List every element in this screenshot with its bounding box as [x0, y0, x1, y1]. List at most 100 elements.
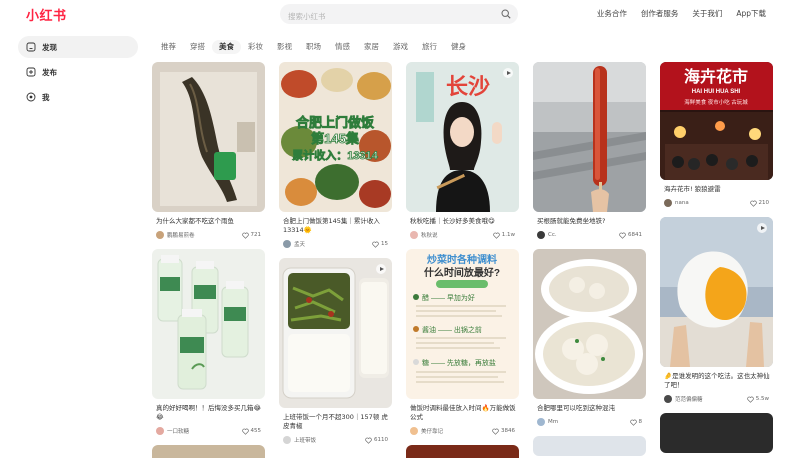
note-card[interactable]: 买根肠就能免费坐地铁? Cc. 6841 [533, 62, 646, 240]
like-button[interactable]: 5.5w [747, 396, 769, 403]
note-author[interactable]: 一口软糖 [156, 427, 189, 435]
note-card[interactable]: 真的好好喝啊！！后悔没多买几箱😂😂 一口软糖 455 [152, 249, 265, 436]
note-author[interactable]: 孟天 [283, 240, 305, 248]
sidebar-item-label: 发布 [42, 67, 57, 77]
sidebar-item-label: 发现 [42, 42, 57, 52]
heart-icon [749, 200, 757, 207]
like-button[interactable]: 15 [372, 241, 388, 248]
note-title[interactable]: 真的好好喝啊！！后悔没多买几箱😂😂 [156, 404, 263, 422]
heart-icon [365, 437, 372, 444]
note-title[interactable]: 秋秋吃播｜长沙好多美食哦😋 [410, 217, 517, 226]
author-name: 一口软糖 [167, 429, 190, 435]
cover-tip-2: 酱油 —— 出锅之前 [422, 325, 482, 334]
user-icon [26, 92, 36, 102]
note-card[interactable]: 海卉花市 HAI HUI HUA SHI 海鲜美食 夜市小吃 古玩城 海卉花市!… [660, 62, 773, 208]
cover-title: 长沙 [446, 74, 490, 99]
like-count: 721 [250, 232, 262, 238]
sidebar-item-me[interactable]: 我 [18, 86, 138, 108]
note-card[interactable] [152, 445, 265, 458]
note-cover-image[interactable] [660, 217, 773, 367]
note-title[interactable]: 上班带饭一个月不超300｜157顿 虎皮青椒 [283, 413, 390, 431]
note-title[interactable]: 合肥上门做饭第145集｜累计收入13314🌞 [283, 217, 390, 235]
like-count: 8 [638, 419, 643, 425]
like-button[interactable]: 455 [241, 428, 261, 435]
brand-logo[interactable]: 小红书 [26, 5, 67, 24]
note-cover-image[interactable] [533, 249, 646, 399]
note-cover-image[interactable]: 炒菜时各种调料 什么时间放最好? 醋 —— 早加为好 酱油 —— 出锅之前 糖 … [406, 249, 519, 399]
tab-fitness[interactable]: 健身 [444, 40, 473, 54]
note-title[interactable]: 海卉花市! 狼狼避雷 [664, 185, 771, 194]
note-author[interactable]: 鹏鹏易煎卷 [156, 231, 195, 239]
avatar [410, 231, 418, 239]
note-card[interactable] [406, 445, 519, 458]
cover-sign-title: 海卉花市 [684, 67, 748, 86]
note-card[interactable]: 炒菜时各种调料 什么时间放最好? 醋 —— 早加为好 酱油 —— 出锅之前 糖 … [406, 249, 519, 436]
like-button[interactable]: 210 [749, 200, 769, 207]
tab-makeup[interactable]: 彩妆 [241, 40, 270, 54]
note-cover-image[interactable]: 合肥上门做饭 第145集 累计收入：13314 [279, 62, 392, 212]
note-cover-image[interactable] [406, 445, 519, 458]
like-count: 6841 [628, 232, 642, 238]
note-cover-image[interactable] [533, 436, 646, 456]
tab-career[interactable]: 职场 [299, 40, 328, 54]
top-nav: 业务合作 创作者服务 关于我们 App下载 [597, 8, 766, 19]
note-title[interactable]: 🤌是谁发明的这个吃法。这也太神仙了吧！ [664, 372, 771, 390]
note-card[interactable]: 合肥哪里可以吃到这种混沌 Mm 8 [533, 249, 646, 427]
note-card[interactable]: 为什么大家都不吃这个雨鱼 鹏鹏易煎卷 721 [152, 62, 265, 240]
tab-fashion[interactable]: 穿搭 [183, 40, 212, 54]
avatar [156, 231, 164, 239]
tab-games[interactable]: 游戏 [386, 40, 415, 54]
tab-home[interactable]: 家居 [357, 40, 386, 54]
note-author[interactable]: nana [664, 199, 689, 207]
like-button[interactable]: 3846 [492, 428, 515, 435]
note-card[interactable]: 🤌是谁发明的这个吃法。这也太神仙了吧！ 范范偏偏糖 5.5w [660, 217, 773, 404]
note-cover-image[interactable] [152, 249, 265, 399]
note-card[interactable] [533, 436, 646, 456]
note-card[interactable]: 合肥上门做饭 第145集 累计收入：13314 合肥上门做饭第145集｜累计收入… [279, 62, 392, 249]
note-cover-image[interactable] [660, 413, 773, 453]
heart-icon [492, 428, 499, 435]
note-cover-image[interactable] [152, 62, 265, 212]
note-author[interactable]: 上班带饭 [283, 436, 316, 444]
search-input[interactable] [280, 6, 480, 27]
note-author[interactable]: 秋秋说 [410, 231, 438, 239]
tab-recommend[interactable]: 推荐 [154, 40, 183, 54]
note-card[interactable]: 长沙 秋秋吃播｜长沙好多美食哦😋 秋秋说 1.1w [406, 62, 519, 240]
author-name: 秋秋说 [421, 233, 438, 239]
note-cover-image[interactable] [279, 258, 392, 408]
tab-travel[interactable]: 旅行 [415, 40, 444, 54]
note-card[interactable]: 上班带饭一个月不超300｜157顿 虎皮青椒 上班带饭 6110 [279, 258, 392, 445]
note-cover-image[interactable] [533, 62, 646, 212]
note-author[interactable]: 范范偏偏糖 [664, 395, 703, 403]
search-bar[interactable] [280, 4, 518, 27]
note-cover-image[interactable]: 海卉花市 HAI HUI HUA SHI 海鲜美食 夜市小吃 古玩城 [660, 62, 773, 180]
sidebar-item-discover[interactable]: 发现 [18, 36, 138, 58]
like-button[interactable]: 721 [241, 232, 262, 239]
note-author[interactable]: Mm [537, 418, 558, 426]
tab-emotion[interactable]: 情感 [328, 40, 357, 54]
like-count: 3846 [501, 428, 515, 434]
note-author[interactable]: 美仔靠记 [410, 427, 443, 435]
note-cover-image[interactable]: 长沙 [406, 62, 519, 212]
like-button[interactable]: 8 [629, 419, 643, 426]
like-button[interactable]: 6841 [619, 232, 642, 239]
tab-movies[interactable]: 影视 [270, 40, 299, 54]
note-title[interactable]: 买根肠就能免费坐地铁? [537, 217, 644, 226]
search-icon[interactable] [501, 9, 511, 19]
note-title[interactable]: 合肥哪里可以吃到这种混沌 [537, 404, 644, 413]
note-card[interactable] [660, 413, 773, 453]
note-title[interactable]: 做饭时调料最佳放入时间🔥万能做饭公式 [410, 404, 517, 422]
like-button[interactable]: 1.1w [493, 232, 515, 239]
sidebar-item-publish[interactable]: 发布 [18, 61, 138, 83]
nav-about[interactable]: 关于我们 [692, 8, 722, 19]
like-button[interactable]: 6110 [365, 437, 388, 444]
nav-business[interactable]: 业务合作 [597, 8, 627, 19]
sidebar-item-label: 我 [42, 92, 50, 102]
note-cover-image[interactable] [152, 445, 265, 458]
note-author[interactable]: Cc. [537, 231, 557, 239]
nav-creator[interactable]: 创作者服务 [641, 8, 679, 19]
note-title[interactable]: 为什么大家都不吃这个雨鱼 [156, 217, 263, 226]
nav-app-download[interactable]: App下载 [736, 8, 766, 19]
tab-food[interactable]: 美食 [212, 40, 241, 54]
avatar [664, 199, 672, 207]
